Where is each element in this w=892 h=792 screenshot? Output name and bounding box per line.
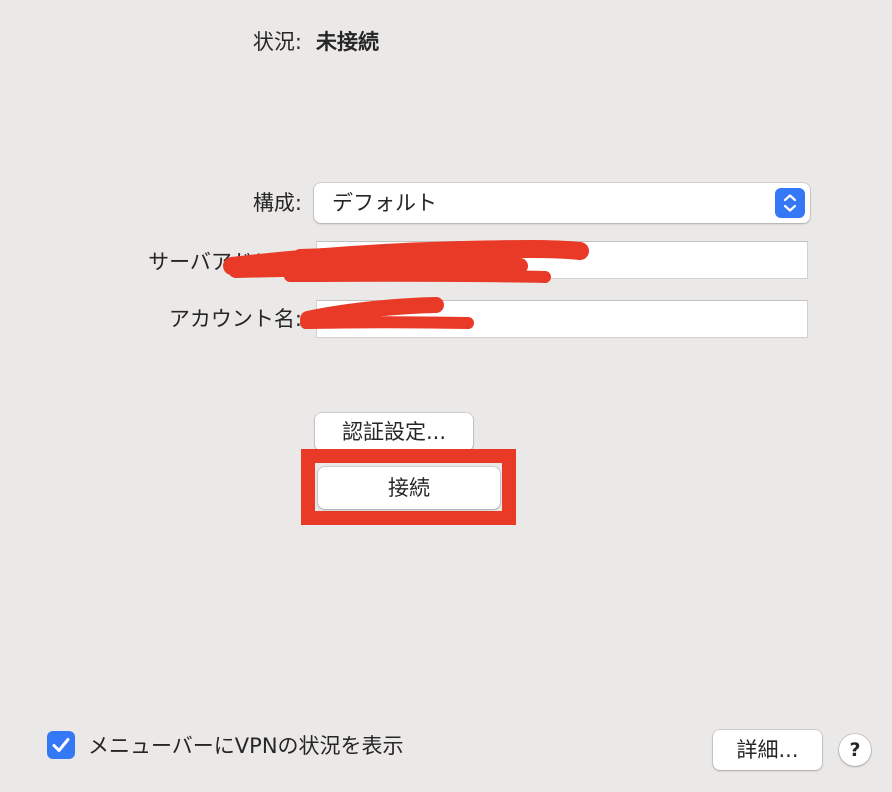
show-vpn-status-label: メニューバーにVPNの状況を表示 xyxy=(88,734,404,758)
advanced-button[interactable]: 詳細... xyxy=(713,730,822,770)
show-vpn-status-checkbox[interactable] xyxy=(47,731,75,759)
vpn-preferences-pane: { "status": { "label": "状況:", "value": "… xyxy=(0,0,892,792)
help-button[interactable]: ? xyxy=(839,734,871,766)
redaction-marks xyxy=(223,240,589,329)
connect-button[interactable]: 接続 xyxy=(318,467,500,509)
auth-settings-button[interactable]: 認証設定... xyxy=(315,413,473,451)
checkmark-icon xyxy=(52,738,70,752)
